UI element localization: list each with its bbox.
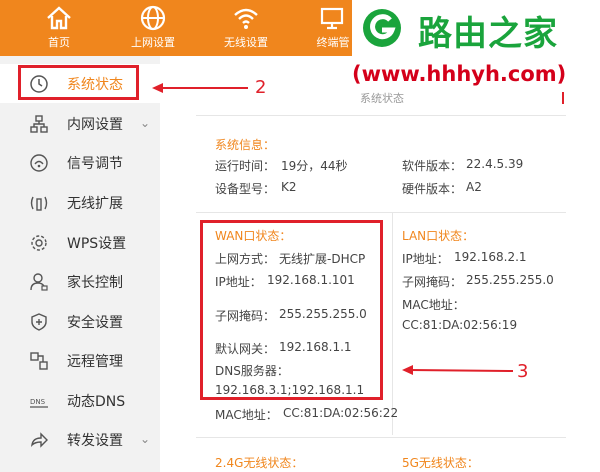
nav-home[interactable]: 首页: [36, 0, 82, 56]
highlight-box-wan-status: [200, 220, 383, 400]
software-version-label: 软件版本：: [402, 159, 463, 173]
wan-mac-value: CC:81:DA:02:56:22: [283, 406, 399, 420]
divider: [196, 115, 566, 116]
monitor-icon: [320, 7, 344, 30]
wan-mac-label: MAC地址：: [215, 408, 278, 422]
nav-terminal-label: 终端管: [316, 36, 350, 49]
remote-icon: [30, 352, 48, 370]
svg-text:DNS: DNS: [30, 398, 46, 406]
highlight-box-system-status: [18, 65, 139, 100]
user-icon: [30, 273, 48, 291]
sidebar-item-label: WPS设置: [67, 236, 127, 252]
sidebar-item-wireless-extend[interactable]: 无线扩展: [0, 183, 160, 222]
annotation-number-3: 3: [517, 361, 529, 382]
dns-icon: DNS: [30, 398, 48, 408]
divider: [196, 212, 566, 213]
sidebar-item-forwarding[interactable]: 转发设置 ⌄: [0, 420, 160, 459]
nav-internet-label: 上网设置: [131, 36, 175, 49]
model-label: 设备型号：: [215, 182, 276, 196]
sidebar-item-remote-management[interactable]: 远程管理: [0, 341, 160, 380]
shield-icon: [31, 313, 47, 331]
page-title-marker: [562, 92, 564, 104]
hardware-version-label: 硬件版本：: [402, 182, 463, 196]
annotation-number-2: 2: [255, 77, 267, 98]
lan-ip-value: 192.168.2.1: [454, 250, 527, 264]
sidebar-item-ddns[interactable]: DNS 动态DNS: [0, 381, 160, 420]
uptime-value: 19分，44秒: [281, 159, 348, 173]
wireless-5g-status-title: 5G无线状态：: [402, 456, 479, 470]
lan-status-title: LAN口状态：: [402, 229, 475, 243]
software-version-value: 22.4.5.39: [466, 157, 524, 171]
annotation-arrow-3: [402, 365, 514, 375]
lan-mask-label: 子网掩码：: [402, 275, 463, 289]
nav-wireless-settings[interactable]: 无线设置: [217, 0, 275, 56]
lan-ip-label: IP地址：: [402, 252, 449, 266]
nav-terminal-management[interactable]: 终端管: [312, 0, 354, 56]
wireless-24g-status-title: 2.4G无线状态：: [215, 456, 304, 470]
sidebar-item-wps[interactable]: WPS设置: [0, 223, 160, 262]
sidebar-item-security[interactable]: 安全设置: [0, 302, 160, 341]
network-icon: [30, 115, 48, 133]
lan-mac-label: MAC地址：: [402, 298, 465, 312]
wifi-icon: [234, 8, 258, 29]
sidebar-item-label: 信号调节: [67, 156, 123, 172]
column-divider: [392, 213, 393, 435]
forward-icon: [31, 432, 48, 448]
sidebar-item-label: 动态DNS: [67, 394, 126, 410]
annotation-arrow-2: [152, 83, 248, 93]
chevron-down-icon: ⌄: [140, 116, 151, 130]
nav-home-label: 首页: [48, 36, 70, 49]
gear-icon: [31, 235, 47, 251]
system-info-title: 系统信息：: [215, 138, 276, 152]
sidebar-item-label: 安全设置: [67, 315, 123, 331]
watermark-url: (www.hhhyh.com): [352, 62, 567, 86]
chevron-down-icon: ⌄: [140, 432, 151, 446]
home-icon: [47, 6, 71, 30]
sidebar-item-label: 转发设置: [67, 433, 123, 449]
nav-internet-settings[interactable]: 上网设置: [124, 0, 182, 56]
antenna-icon: [30, 196, 48, 211]
sidebar-item-parental-control[interactable]: 家长控制: [0, 262, 160, 301]
sidebar-item-lan-settings[interactable]: 内网设置 ⌄: [0, 104, 160, 143]
sidebar-item-label: 家长控制: [67, 275, 123, 291]
signal-icon: [30, 154, 48, 172]
hardware-version-value: A2: [466, 180, 482, 194]
sidebar-item-label: 内网设置: [67, 117, 123, 133]
globe-icon: [140, 5, 166, 31]
sidebar-item-label: 远程管理: [67, 354, 123, 370]
sidebar-item-signal-adjust[interactable]: 信号调节: [0, 143, 160, 182]
watermark-logo: [363, 9, 401, 47]
sidebar-item-label: 无线扩展: [67, 196, 123, 212]
uptime-label: 运行时间：: [215, 159, 276, 173]
watermark-brand: 路由之家: [418, 14, 558, 54]
lan-mask-value: 255.255.255.0: [466, 273, 554, 287]
nav-wireless-label: 无线设置: [224, 36, 268, 49]
page-title: 系统状态: [360, 92, 404, 105]
model-value: K2: [281, 180, 297, 194]
lan-mac-value: CC:81:DA:02:56:19: [402, 318, 518, 332]
divider: [196, 437, 566, 438]
